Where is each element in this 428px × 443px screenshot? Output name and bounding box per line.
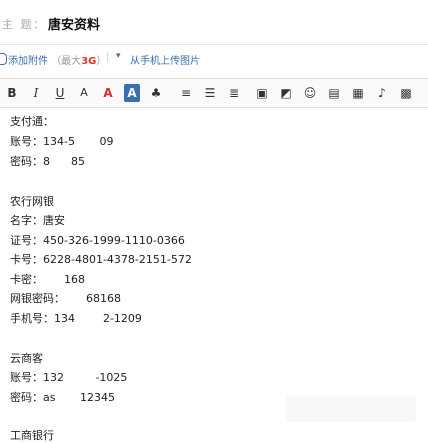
attachment-limit: （最大3G） [51, 56, 107, 67]
attachment-row: 添加附件 （最大3G） | ▾ 从手机上传图片 [0, 44, 428, 74]
body-line: 农行网银 [10, 195, 54, 208]
font-size-icon[interactable]: A [76, 84, 92, 102]
voice-icon[interactable]: ♪ [374, 84, 390, 102]
body-line: 名字：唐安 [10, 214, 65, 227]
align-icon[interactable]: ≡ [178, 84, 194, 102]
body-line: 账号：134-5 09 [10, 135, 114, 148]
italic-icon[interactable]: I [28, 84, 44, 102]
more-icon[interactable]: ▩ [398, 84, 414, 102]
font-color-icon[interactable]: A [100, 84, 116, 102]
body-line: 卡号：6228-4801-4378-2151-572 [10, 253, 192, 266]
add-attachment-label: 添加附件 [8, 56, 48, 67]
body-line: 账号：132 -1025 [10, 371, 128, 384]
faded-overlay [286, 396, 416, 422]
subject-label: 主 题： [2, 18, 47, 31]
underline-icon[interactable]: U [52, 84, 68, 102]
screenshot-icon[interactable]: ◩ [278, 84, 294, 102]
add-attachment-link[interactable]: 添加附件 （最大3G） [8, 52, 106, 67]
body-line: 工商银行 [10, 429, 54, 442]
body-line: 手机号：134 2-1209 [10, 312, 142, 325]
email-body-editor[interactable]: 支付通： 账号：134-5 09 密码：8 85 农行网银 名字：唐安 证号：4… [0, 110, 428, 442]
table-icon[interactable]: ▦ [350, 84, 366, 102]
body-line: 密码：8 85 [10, 155, 85, 168]
body-line: 网银密码： 68168 [10, 292, 121, 305]
highlight-icon[interactable]: A [124, 84, 140, 102]
subject-input[interactable]: 唐安资料 [48, 14, 100, 33]
attachment-separator: | [106, 52, 110, 63]
body-line: 密码：as 12345 [10, 391, 115, 404]
body-line: 证号：450-326-1999-1110-0366 [10, 234, 185, 247]
emoji-icon[interactable]: ☺ [302, 84, 318, 102]
paperclip-icon[interactable] [0, 53, 7, 65]
format-painter-icon[interactable]: ♣ [148, 84, 164, 102]
attachment-limit-size: 3G [81, 56, 97, 67]
body-line: 支付通： [10, 115, 54, 128]
phone-upload-link[interactable]: 从手机上传图片 [130, 52, 200, 67]
chevron-down-icon[interactable]: ▾ [116, 51, 121, 61]
image-icon[interactable]: ▣ [254, 84, 270, 102]
editor-toolbar: B I U A A A ♣ ≡ ☰ ≣ ▣ ◩ ☺ ▤ ▦ ♪ ▩ [0, 78, 428, 108]
subject-row: 主 题： 唐安资料 [0, 0, 428, 45]
template-icon[interactable]: ▤ [326, 84, 342, 102]
numbered-list-icon[interactable]: ≣ [226, 84, 242, 102]
bold-icon[interactable]: B [4, 84, 20, 102]
body-line: 卡密： 168 [10, 273, 85, 286]
bulleted-list-icon[interactable]: ☰ [202, 84, 218, 102]
body-line: 云商客 [10, 352, 43, 365]
